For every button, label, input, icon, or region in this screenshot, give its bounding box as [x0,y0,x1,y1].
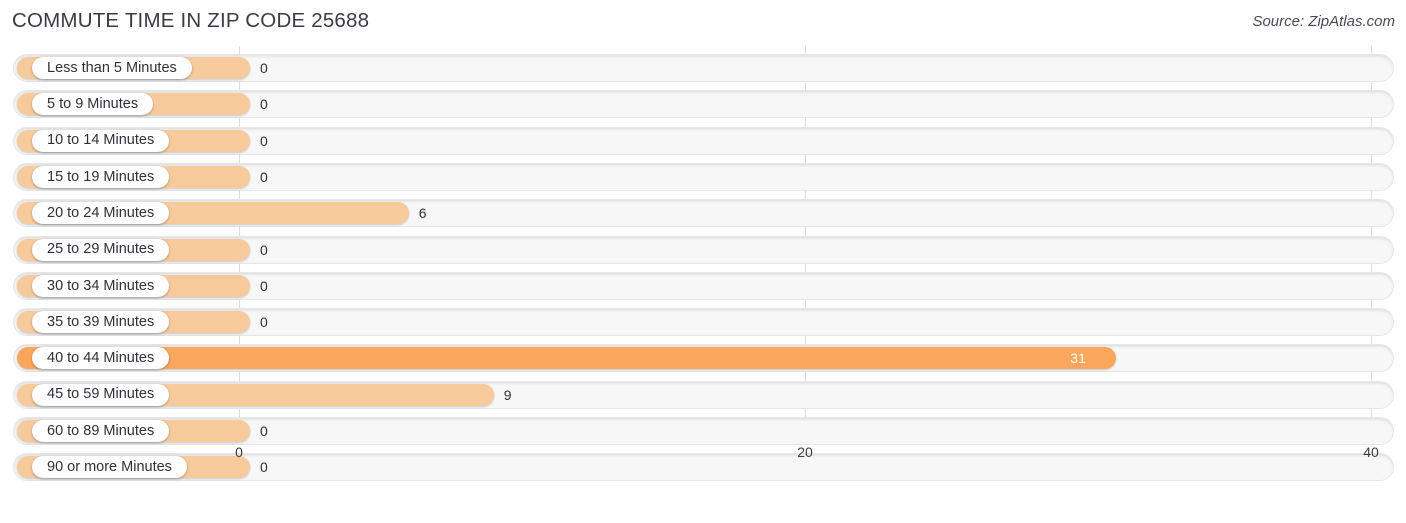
bar-row[interactable]: 40 to 44 Minutes 31 [13,344,1394,373]
category-label-pill: 5 to 9 Minutes [32,93,154,116]
category-label: 60 to 89 Minutes [47,422,155,439]
category-label-pill: 40 to 44 Minutes [32,347,170,370]
axis-tick-label: 0 [235,444,243,460]
bar-row[interactable]: Less than 5 Minutes 0 [13,54,1394,82]
category-label: 5 to 9 Minutes [47,96,139,113]
category-label: 90 or more Minutes [47,459,172,476]
bar-row[interactable]: 35 to 39 Minutes 0 [13,308,1394,337]
plot-area: Less than 5 Minutes 0 5 to 9 Minutes 0 10 to… [0,46,1406,483]
chart-container: COMMUTE TIME IN ZIP CODE 25688 Source: Z… [0,0,1406,523]
category-label: 45 to 59 Minutes [47,386,155,403]
page-title: COMMUTE TIME IN ZIP CODE 25688 [12,9,370,32]
category-label: 35 to 39 Minutes [47,313,155,330]
category-label-pill: 30 to 34 Minutes [32,274,170,297]
bar-row[interactable]: 15 to 19 Minutes 0 [13,162,1394,191]
category-label: 10 to 14 Minutes [47,132,155,149]
bar[interactable] [17,347,1117,370]
bar-row[interactable]: 25 to 29 Minutes 0 [13,235,1394,264]
bar-row[interactable]: 5 to 9 Minutes 0 [13,90,1394,119]
category-label-pill: Less than 5 Minutes [32,57,192,79]
bar-row[interactable]: 45 to 59 Minutes 9 [13,380,1394,409]
bar-row[interactable]: 20 to 24 Minutes 6 [13,199,1394,228]
category-label-pill: 20 to 24 Minutes [32,202,170,225]
axis-tick-label: 40 [1363,444,1379,460]
category-label-pill: 45 to 59 Minutes [32,383,170,406]
category-label: 30 to 34 Minutes [47,277,155,294]
category-label: 25 to 29 Minutes [47,241,155,258]
category-label: 20 to 24 Minutes [47,204,155,221]
axis-tick-label: 20 [797,444,813,460]
bar-row[interactable]: 30 to 34 Minutes 0 [13,271,1394,300]
bar-row[interactable]: 90 or more Minutes 0 [13,453,1394,482]
source-attribution: Source: ZipAtlas.com [1252,13,1395,30]
category-label: 40 to 44 Minutes [47,350,155,367]
category-label-pill: 10 to 14 Minutes [32,129,170,152]
category-label-pill: 60 to 89 Minutes [32,420,170,442]
category-label: 15 to 19 Minutes [47,168,155,185]
bar-row[interactable]: 10 to 14 Minutes 0 [13,126,1394,155]
category-label-pill: 90 or more Minutes [32,456,187,479]
category-label-pill: 35 to 39 Minutes [32,311,170,334]
bar-row[interactable]: 60 to 89 Minutes 0 [13,417,1394,445]
category-label-pill: 25 to 29 Minutes [32,238,170,261]
category-label-pill: 15 to 19 Minutes [32,165,170,188]
category-label: Less than 5 Minutes [47,59,177,76]
